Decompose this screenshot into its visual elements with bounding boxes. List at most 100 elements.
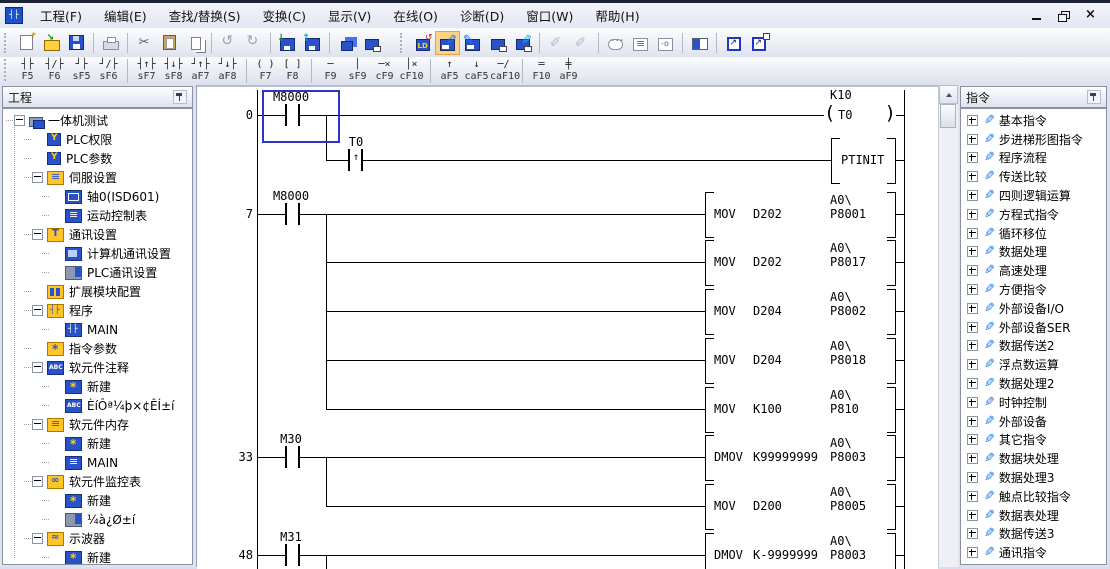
fkey-button[interactable]: │× cF10 bbox=[398, 59, 425, 83]
statement-button[interactable] bbox=[628, 31, 653, 55]
menu-item[interactable]: 查找/替换(S) bbox=[158, 4, 252, 27]
note-button[interactable] bbox=[653, 31, 678, 55]
tree-item[interactable]: ÈíÔª¼þ×¢ÊÍ±í bbox=[3, 396, 192, 415]
tree-item[interactable]: 扩展模块配置 bbox=[3, 282, 192, 301]
expander-plus-icon[interactable] bbox=[967, 397, 978, 408]
menu-item[interactable]: 诊断(D) bbox=[449, 4, 515, 27]
expander-icon[interactable] bbox=[32, 172, 43, 183]
contact-label[interactable]: T0 bbox=[328, 136, 384, 149]
fkey-button[interactable]: ┤/├ F6 bbox=[41, 59, 68, 83]
instruction-category[interactable]: ✎ 数据表处理 bbox=[961, 506, 1106, 525]
monitor-mode-button[interactable] bbox=[485, 31, 510, 55]
instruction-category[interactable]: ✎ 外部设备SER bbox=[961, 318, 1106, 337]
contact-label[interactable]: M30 bbox=[263, 433, 319, 446]
paste-button[interactable] bbox=[157, 31, 182, 55]
tree-item[interactable]: 软元件内存 bbox=[3, 415, 192, 434]
instruction-category[interactable]: ✎ 高速处理 bbox=[961, 261, 1106, 280]
ladder-instruction[interactable]: MOV D204 A0\ P8018 bbox=[197, 360, 938, 361]
plc-transfer-button[interactable] bbox=[334, 31, 359, 55]
fkey-button[interactable]: ┤↑├ sF7 bbox=[127, 59, 160, 83]
fkey-button[interactable]: ┤↓├ sF8 bbox=[160, 59, 187, 83]
expander-plus-icon[interactable] bbox=[967, 265, 978, 276]
menu-item[interactable]: 编辑(E) bbox=[93, 4, 158, 27]
menu-item[interactable]: 工程(F) bbox=[29, 4, 93, 27]
tree-item[interactable]: 新建 bbox=[3, 548, 192, 565]
expander-plus-icon[interactable] bbox=[967, 171, 978, 182]
print-button[interactable] bbox=[98, 31, 123, 55]
expander-plus-icon[interactable] bbox=[967, 491, 978, 502]
expander-plus-icon[interactable] bbox=[967, 303, 978, 314]
instruction-category[interactable]: ✎ 基本指令 bbox=[961, 111, 1106, 130]
ladder-instruction[interactable]: DMOV K99999999 A0\ P8003 bbox=[197, 457, 938, 458]
fkey-button[interactable]: ─/ caF10 bbox=[490, 59, 517, 83]
expander-icon[interactable] bbox=[32, 419, 43, 430]
wizard-button-2[interactable] bbox=[569, 31, 594, 55]
zoom-window-button-2[interactable] bbox=[746, 31, 771, 55]
scrollbar-thumb[interactable] bbox=[940, 104, 956, 128]
instruction-category[interactable]: ✎ 程序流程 bbox=[961, 149, 1106, 168]
expander-plus-icon[interactable] bbox=[967, 510, 978, 521]
tree-item[interactable]: 运动控制表 bbox=[3, 206, 192, 225]
instruction-category[interactable]: ✎ 外部设备I/O bbox=[961, 299, 1106, 318]
read-from-plc-button[interactable] bbox=[300, 31, 325, 55]
ladder-instruction[interactable]: MOV D200 A0\ P8005 bbox=[197, 506, 938, 507]
fkey-button[interactable]: ═ F10 bbox=[522, 59, 555, 83]
instruction-category[interactable]: ✎ 方便指令 bbox=[961, 280, 1106, 299]
expander-plus-icon[interactable] bbox=[967, 134, 978, 145]
expander-plus-icon[interactable] bbox=[967, 528, 978, 539]
expander-plus-icon[interactable] bbox=[967, 340, 978, 351]
cut-button[interactable] bbox=[132, 31, 157, 55]
fkey-button[interactable]: ┘↑├ aF7 bbox=[187, 59, 214, 83]
toolbar-grip[interactable] bbox=[4, 33, 9, 53]
tree-item[interactable]: 新建 bbox=[3, 491, 192, 510]
expander-plus-icon[interactable] bbox=[967, 547, 978, 558]
tree-item[interactable]: PLC通讯设置 bbox=[3, 263, 192, 282]
restore-button[interactable] bbox=[1050, 6, 1077, 25]
ladder-instruction[interactable]: MOV K100 A0\ P810 bbox=[197, 409, 938, 410]
instruction-category[interactable]: ✎ 其它指令 bbox=[961, 431, 1106, 450]
instruction-category[interactable]: ✎ 传送比较 bbox=[961, 167, 1106, 186]
monitor-write-mode-button[interactable] bbox=[510, 31, 535, 55]
ladder-vertical-scrollbar[interactable] bbox=[938, 85, 958, 567]
expander-plus-icon[interactable] bbox=[967, 246, 978, 257]
expander-plus-icon[interactable] bbox=[967, 453, 978, 464]
comment-button[interactable] bbox=[603, 31, 628, 55]
instruction-category[interactable]: ✎ 循环移位 bbox=[961, 224, 1106, 243]
expander-plus-icon[interactable] bbox=[967, 472, 978, 483]
expander-icon[interactable] bbox=[14, 115, 25, 126]
expander-plus-icon[interactable] bbox=[967, 378, 978, 389]
tree-item[interactable]: 伺服设置 bbox=[3, 168, 192, 187]
toolbar-grip[interactable] bbox=[4, 59, 9, 81]
pin-icon[interactable] bbox=[1087, 90, 1101, 104]
fkey-button[interactable]: ( ) F7 bbox=[246, 59, 279, 83]
tree-item[interactable]: 指令参数 bbox=[3, 339, 192, 358]
instruction-category[interactable]: ✎ 数据块处理 bbox=[961, 449, 1106, 468]
fkey-button[interactable]: ╪ aF9 bbox=[555, 59, 582, 83]
fkey-button[interactable]: ┘├ sF5 bbox=[68, 59, 95, 83]
expander-plus-icon[interactable] bbox=[967, 434, 978, 445]
ladder-instruction[interactable]: MOV D202 A0\ P8001 bbox=[197, 214, 938, 215]
fkey-button[interactable]: ┤├ F5 bbox=[14, 59, 41, 83]
program-split-button[interactable] bbox=[687, 31, 712, 55]
scroll-up-arrow[interactable] bbox=[939, 85, 958, 104]
expander-plus-icon[interactable] bbox=[967, 209, 978, 220]
app-icon[interactable]: ┤├ bbox=[5, 7, 23, 24]
expander-plus-icon[interactable] bbox=[967, 284, 978, 295]
fkey-button[interactable]: ↓ caF5 bbox=[463, 59, 490, 83]
expander-icon[interactable] bbox=[32, 305, 43, 316]
minimize-button[interactable] bbox=[1023, 6, 1050, 25]
menu-item[interactable]: 帮助(H) bbox=[584, 4, 650, 27]
instruction-category[interactable]: ✎ 数据传送2 bbox=[961, 337, 1106, 356]
menu-item[interactable]: 变换(C) bbox=[252, 4, 317, 27]
contact-label[interactable]: M8000 bbox=[263, 190, 319, 203]
fkey-button[interactable]: ┘/├ sF6 bbox=[95, 59, 122, 83]
pin-icon[interactable] bbox=[173, 90, 187, 104]
ladder-instruction[interactable]: MOV D204 A0\ P8002 bbox=[197, 311, 938, 312]
expander-plus-icon[interactable] bbox=[967, 322, 978, 333]
instruction-category[interactable]: ✎ 外部设备 bbox=[961, 412, 1106, 431]
tree-item[interactable]: 轴0(ISD601) bbox=[3, 187, 192, 206]
redo-button[interactable] bbox=[241, 31, 266, 55]
tree-item[interactable]: 示波器 bbox=[3, 529, 192, 548]
fkey-button[interactable]: ─× cF9 bbox=[371, 59, 398, 83]
expander-icon[interactable] bbox=[32, 362, 43, 373]
